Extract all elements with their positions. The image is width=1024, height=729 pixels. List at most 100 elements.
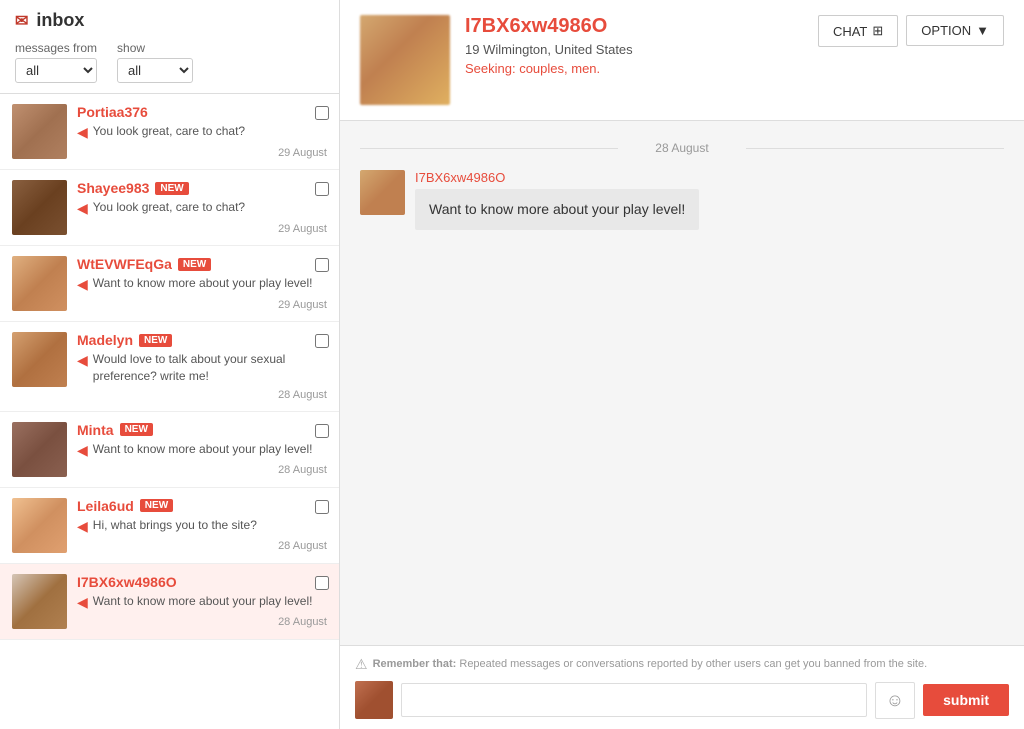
message-checkbox[interactable] (315, 334, 329, 348)
reply-icon: ◀ (77, 593, 88, 613)
message-date: 28 August (77, 616, 327, 628)
message-checkbox[interactable] (315, 424, 329, 438)
new-badge: NEW (120, 423, 153, 436)
message-top: Leila6ud NEW (77, 498, 327, 514)
avatar (12, 332, 67, 387)
sender-name: Shayee983 (77, 180, 149, 196)
avatar (12, 498, 67, 553)
message-preview: Want to know more about your play level! (93, 441, 313, 458)
profile-location-text: Wilmington, United States (483, 42, 633, 57)
message-text: ◀ Would love to talk about your sexual p… (77, 351, 327, 385)
message-text: ◀ Hi, what brings you to the site? (77, 517, 327, 537)
chat-sender-name: I7BX6xw4986O (415, 170, 699, 185)
date-label: 28 August (655, 141, 708, 155)
message-top: WtEVWFEqGa NEW (77, 256, 327, 272)
sender-name: WtEVWFEqGa (77, 256, 172, 272)
message-text: ◀ You look great, care to chat? (77, 123, 327, 143)
submit-button[interactable]: submit (923, 684, 1009, 716)
profile-location: 19 Wilmington, United States (465, 42, 803, 57)
message-checkbox[interactable] (315, 258, 329, 272)
warning-text: ⚠ Remember that: Repeated messages or co… (355, 656, 1009, 673)
avatar-image (12, 574, 67, 629)
chat-bubble: Want to know more about your play level! (415, 189, 699, 230)
mail-icon: ✉ (15, 11, 28, 31)
new-badge: NEW (178, 258, 211, 271)
message-text: ◀ Want to know more about your play leve… (77, 275, 327, 295)
messages-from-label: messages from (15, 41, 97, 55)
message-top: Shayee983 NEW (77, 180, 327, 196)
message-date: 28 August (77, 464, 327, 476)
profile-actions: CHAT ⊞ OPTION ▼ (818, 15, 1004, 47)
list-item[interactable]: Portiaa376 ◀ You look great, care to cha… (0, 94, 339, 170)
reply-icon: ◀ (77, 275, 88, 295)
list-item[interactable]: WtEVWFEqGa NEW ◀ Want to know more about… (0, 246, 339, 322)
list-item[interactable]: Leila6ud NEW ◀ Hi, what brings you to th… (0, 488, 339, 564)
message-text: ◀ You look great, care to chat? (77, 199, 327, 219)
filters: messages from all unread new show all me… (15, 41, 324, 83)
message-top: Madelyn NEW (77, 332, 327, 348)
warning-title: Remember that: (373, 658, 457, 670)
chat-icon: ⊞ (872, 23, 883, 39)
message-date: 29 August (77, 299, 327, 311)
warning-icon: ⚠ (355, 656, 368, 673)
message-top: Minta NEW (77, 422, 327, 438)
inbox-header: ✉ inbox messages from all unread new sho… (0, 0, 339, 94)
left-panel: ✉ inbox messages from all unread new sho… (0, 0, 340, 729)
list-item[interactable]: Minta NEW ◀ Want to know more about your… (0, 412, 339, 488)
sender-name: Portiaa376 (77, 104, 148, 120)
avatar-image (12, 256, 67, 311)
avatar (12, 256, 67, 311)
message-content: Leila6ud NEW ◀ Hi, what brings you to th… (77, 498, 327, 553)
emoji-button[interactable]: ☺ (875, 682, 915, 719)
message-date: 29 August (77, 147, 327, 159)
date-divider: 28 August (360, 141, 1004, 155)
show-select[interactable]: all men women (117, 58, 193, 83)
chat-bubble-row: I7BX6xw4986O Want to know more about you… (360, 170, 1004, 230)
message-checkbox[interactable] (315, 500, 329, 514)
list-item[interactable]: Madelyn NEW ◀ Would love to talk about y… (0, 322, 339, 412)
chat-button-label: CHAT (833, 24, 867, 39)
messages-from-filter: messages from all unread new (15, 41, 97, 83)
profile-info: I7BX6xw4986O 19 Wilmington, United State… (465, 15, 803, 76)
reply-icon: ◀ (77, 123, 88, 143)
sender-name: Minta (77, 422, 114, 438)
message-date: 28 August (77, 389, 327, 401)
list-item[interactable]: Shayee983 NEW ◀ You look great, care to … (0, 170, 339, 246)
message-checkbox[interactable] (315, 182, 329, 196)
message-preview: You look great, care to chat? (93, 123, 245, 140)
sender-name: I7BX6xw4986O (77, 574, 177, 590)
chat-messages: 28 August I7BX6xw4986O Want to know more… (340, 121, 1024, 645)
profile-name: I7BX6xw4986O (465, 15, 803, 38)
message-content: Shayee983 NEW ◀ You look great, care to … (77, 180, 327, 235)
message-checkbox[interactable] (315, 576, 329, 590)
list-item[interactable]: I7BX6xw4986O ◀ Want to know more about y… (0, 564, 339, 640)
profile-seeking: Seeking: couples, men. (465, 61, 803, 76)
avatar (12, 104, 67, 159)
message-date: 29 August (77, 223, 327, 235)
inbox-title: ✉ inbox (15, 10, 324, 31)
reply-icon: ◀ (77, 199, 88, 219)
sender-name: Leila6ud (77, 498, 134, 514)
avatar-image (12, 104, 67, 159)
warning-detail: Repeated messages or conversations repor… (459, 658, 927, 670)
message-content: Minta NEW ◀ Want to know more about your… (77, 422, 327, 477)
avatar-image (12, 498, 67, 553)
message-preview: You look great, care to chat? (93, 199, 245, 216)
new-badge: NEW (139, 334, 172, 347)
message-content: I7BX6xw4986O ◀ Want to know more about y… (77, 574, 327, 629)
avatar (12, 180, 67, 235)
show-filter: show all men women (117, 41, 193, 83)
messages-from-select[interactable]: all unread new (15, 58, 97, 83)
chat-avatar (360, 170, 405, 215)
option-button[interactable]: OPTION ▼ (906, 15, 1004, 46)
message-input[interactable] (401, 683, 867, 717)
message-checkbox[interactable] (315, 106, 329, 120)
sender-name: Madelyn (77, 332, 133, 348)
messages-list: Portiaa376 ◀ You look great, care to cha… (0, 94, 339, 729)
profile-age: 19 (465, 42, 479, 57)
message-preview: Want to know more about your play level! (93, 593, 313, 610)
message-preview: Want to know more about your play level! (93, 275, 313, 292)
chat-button[interactable]: CHAT ⊞ (818, 15, 898, 47)
profile-header: I7BX6xw4986O 19 Wilmington, United State… (340, 0, 1024, 121)
avatar-image (12, 422, 67, 477)
